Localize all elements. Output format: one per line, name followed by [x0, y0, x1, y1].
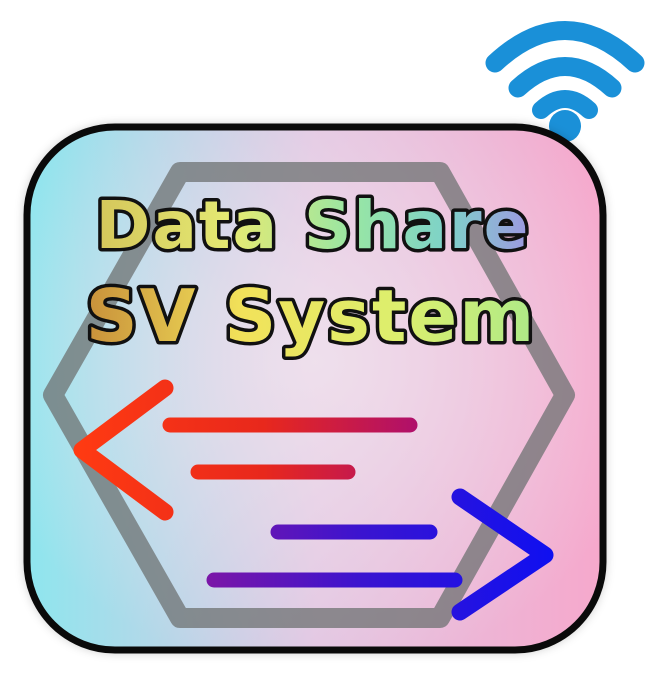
title-line-1: Data Share — [96, 187, 531, 264]
data-share-logo: Data Share SV System — [23, 21, 645, 654]
title-line-2: SV System — [86, 274, 537, 358]
